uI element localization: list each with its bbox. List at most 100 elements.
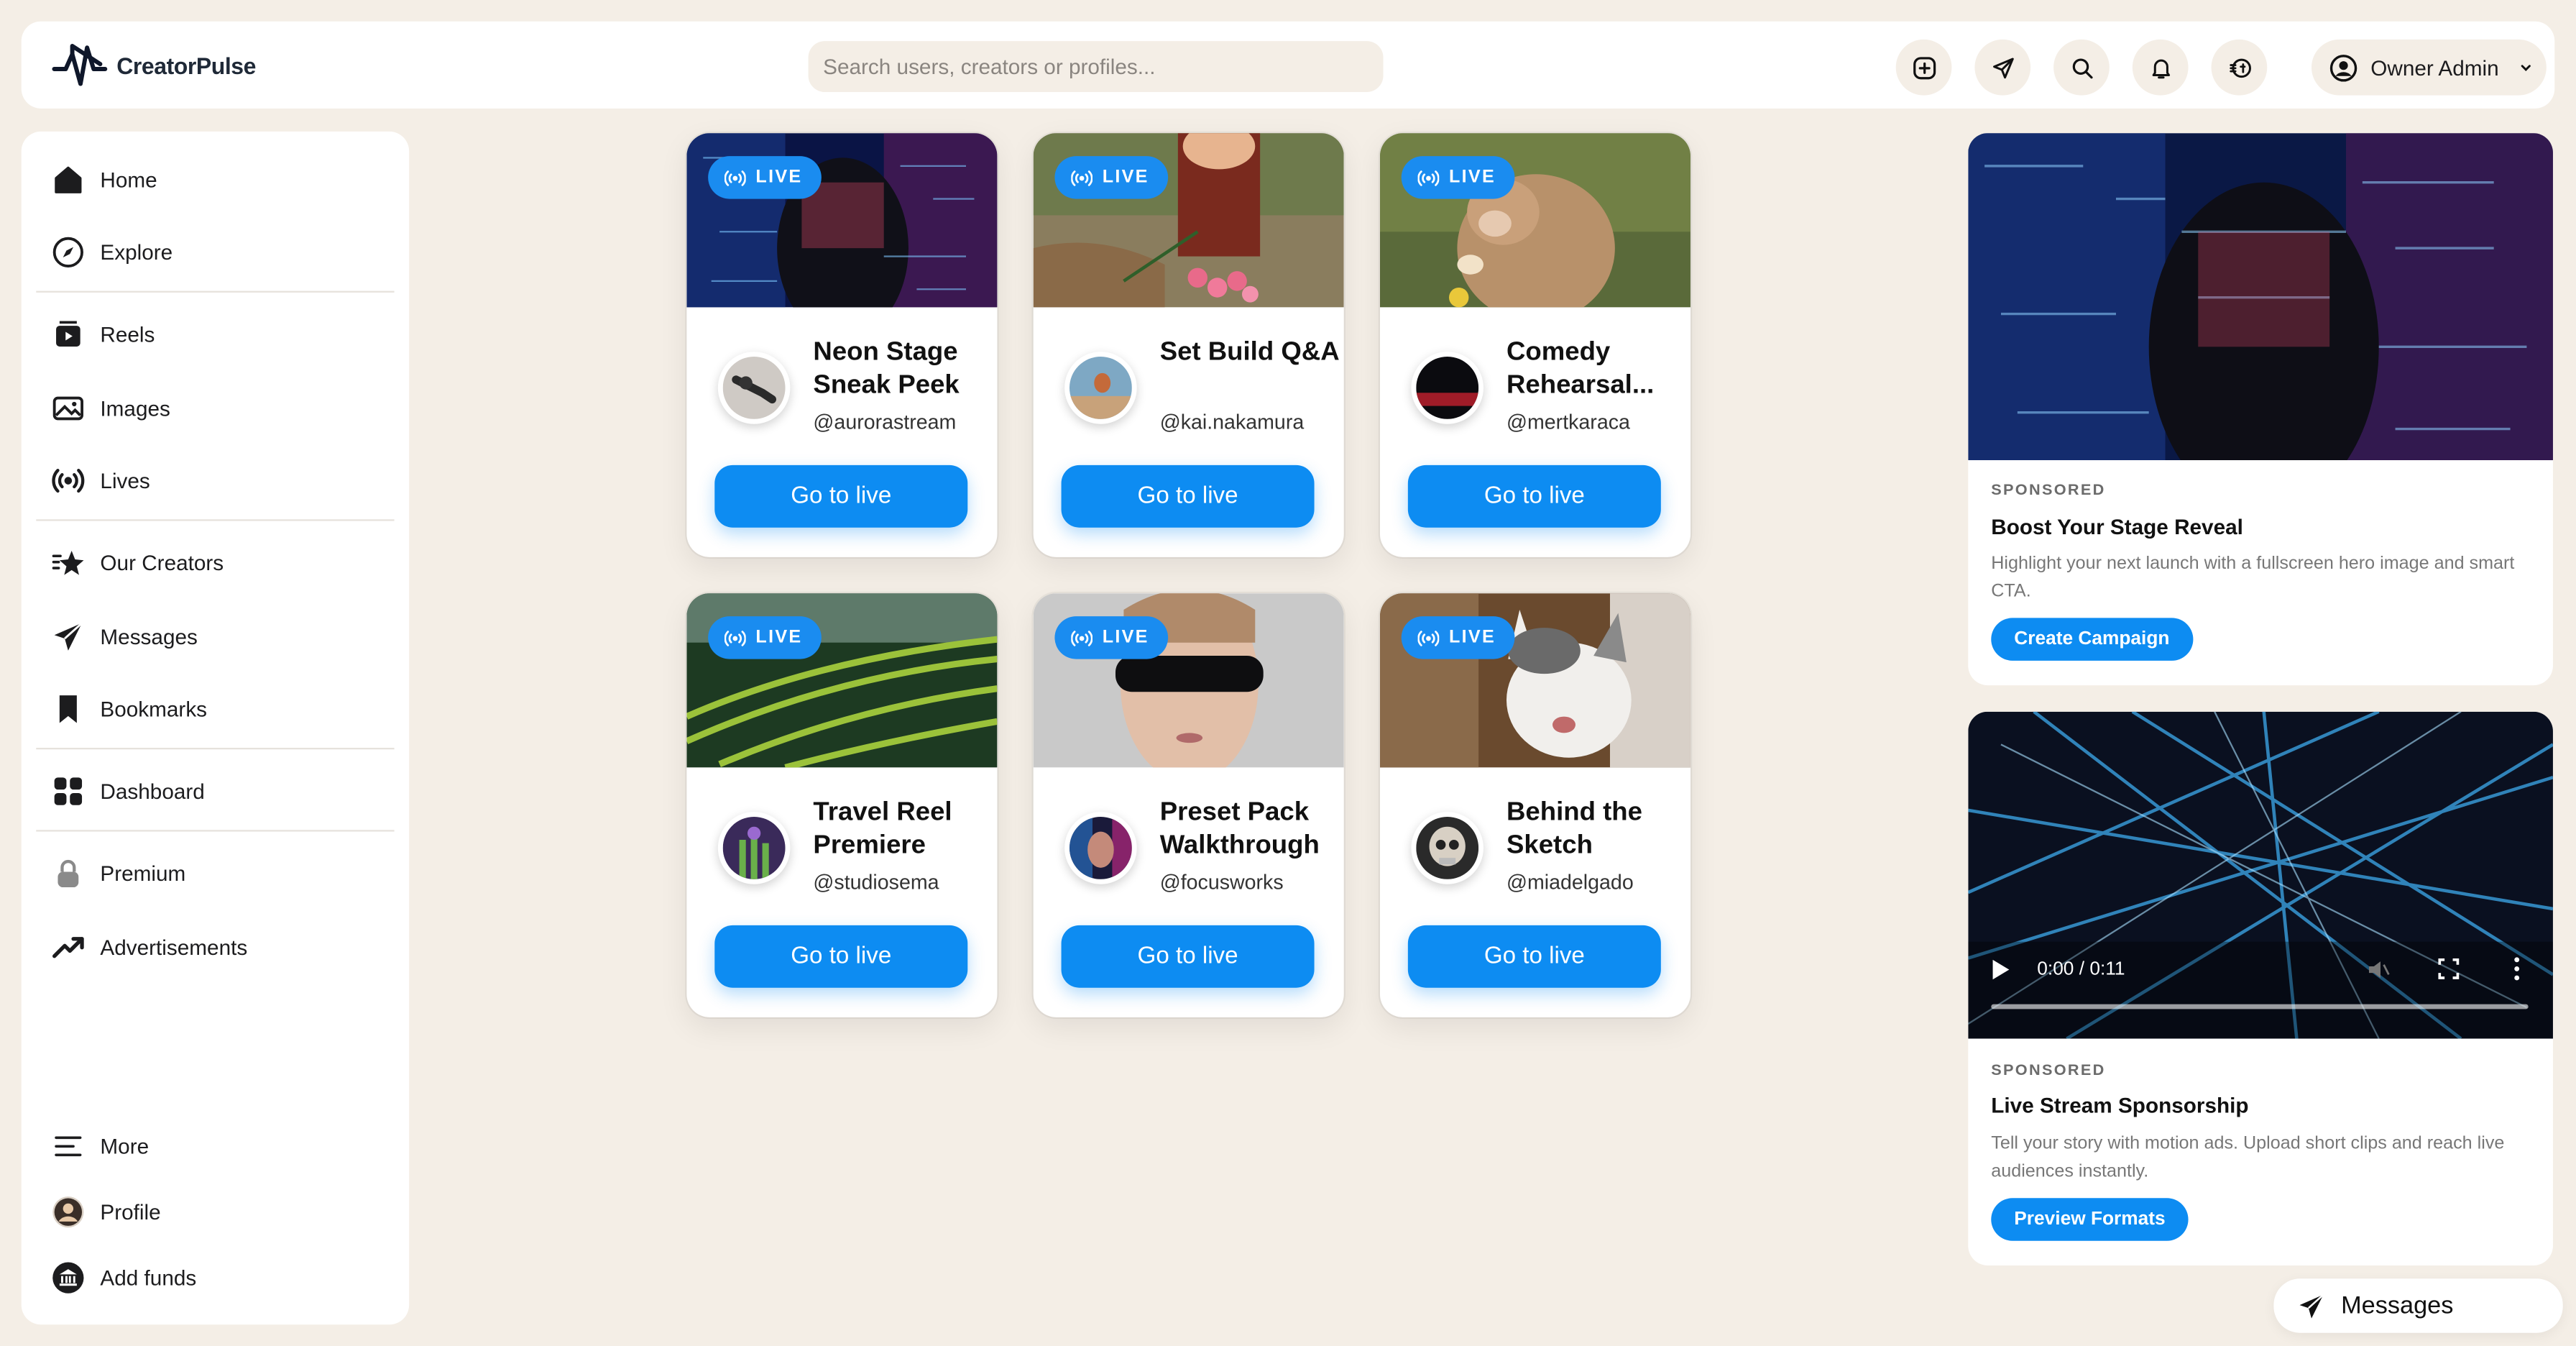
fullscreen-icon[interactable]: [2438, 958, 2460, 980]
sidebar-item-images[interactable]: Images: [51, 383, 170, 433]
creator-handle[interactable]: @mertkaraca: [1506, 411, 1630, 434]
star-icon: [52, 549, 84, 574]
live-badge: LIVE: [1401, 616, 1516, 659]
live-card[interactable]: LIVE Behind the Sketch @miadelgado Go to…: [1379, 593, 1690, 1017]
more-vertical-icon[interactable]: [2512, 956, 2522, 981]
sidebar-item-label: Premium: [100, 860, 186, 885]
live-card[interactable]: LIVE Travel Reel Premiere @studiosema Go…: [686, 593, 998, 1017]
sidebar-item-label: Bookmarks: [100, 695, 208, 721]
sidebar-item-label: Explore: [100, 239, 173, 264]
play-icon[interactable]: [1991, 958, 2010, 981]
sponsored-label: SPONSORED: [1991, 481, 2106, 500]
sidebar-item-lives[interactable]: Lives: [51, 455, 150, 505]
broadcast-icon: [52, 467, 85, 492]
live-badge: LIVE: [708, 616, 822, 659]
sidebar-item-label: Lives: [100, 467, 150, 493]
live-card[interactable]: LIVE Preset Pack Walkthrough @focusworks…: [1033, 593, 1344, 1017]
messages-dock[interactable]: Messages: [2273, 1278, 2563, 1333]
live-title: Comedy Rehearsal...: [1506, 338, 1655, 400]
live-badge: LIVE: [708, 156, 822, 199]
video-time: 0:00 / 0:11: [2037, 959, 2125, 980]
go-to-live-button[interactable]: Go to live: [1061, 925, 1315, 988]
mute-icon[interactable]: [2368, 958, 2391, 981]
sidebar-item-label: Images: [100, 395, 170, 420]
top-bar: CreatorPulse Owner Admin: [21, 21, 2555, 109]
sidebar-item-premium[interactable]: Premium: [51, 848, 185, 897]
ad-video[interactable]: 0:00 / 0:11: [1968, 711, 2553, 1039]
video-progress-track[interactable]: [1991, 1004, 2529, 1010]
video-controls: 0:00 / 0:11: [1968, 942, 2553, 1010]
sidebar-item-messages[interactable]: Messages: [51, 611, 198, 661]
send-button[interactable]: [1974, 39, 2031, 96]
live-card[interactable]: LIVE Neon Stage Sneak Peek @aurorastream…: [686, 133, 998, 557]
ad-hero-image[interactable]: [1968, 133, 2553, 460]
notifications-button[interactable]: [2132, 39, 2189, 96]
menu-icon: [55, 1135, 82, 1155]
preview-formats-button[interactable]: Preview Formats: [1991, 1198, 2189, 1241]
sidebar-item-profile[interactable]: Profile: [51, 1186, 161, 1236]
live-title: Set Build Q&A: [1159, 338, 1340, 367]
sidebar-item-home[interactable]: Home: [51, 155, 157, 204]
sidebar-item-label: Our Creators: [100, 549, 224, 574]
coins-icon: [2229, 58, 2250, 77]
sidebar-item-label: Add funds: [100, 1264, 197, 1290]
live-badge: LIVE: [1054, 156, 1169, 199]
live-card[interactable]: LIVE Comedy Rehearsal... @mertkaraca Go …: [1379, 133, 1690, 557]
avatar[interactable]: [1411, 352, 1484, 424]
trending-icon: [52, 935, 84, 958]
live-card[interactable]: LIVE Set Build Q&A @kai.nakamura Go to l…: [1033, 133, 1344, 557]
creator-handle[interactable]: @studiosema: [813, 871, 939, 894]
reels-icon: [56, 320, 80, 346]
sidebar-item-add-funds[interactable]: Add funds: [51, 1253, 196, 1302]
avatar[interactable]: [717, 812, 791, 884]
avatar[interactable]: [1064, 352, 1137, 424]
bank-icon: [52, 1261, 84, 1293]
messages-dock-label: Messages: [2341, 1291, 2454, 1320]
wallet-button[interactable]: [2211, 39, 2268, 96]
creator-handle[interactable]: @miadelgado: [1506, 871, 1634, 894]
user-circle-icon: [2329, 54, 2358, 81]
avatar[interactable]: [1411, 812, 1484, 884]
sidebar-item-dashboard[interactable]: Dashboard: [51, 766, 205, 815]
creator-handle[interactable]: @focusworks: [1160, 871, 1284, 894]
go-to-live-button[interactable]: Go to live: [714, 925, 968, 988]
avatar[interactable]: [717, 352, 791, 424]
search-icon: [2071, 58, 2092, 78]
creator-handle[interactable]: @aurorastream: [813, 411, 956, 434]
send-icon: [54, 621, 83, 650]
ad-title: Boost Your Stage Reveal: [1991, 514, 2243, 539]
go-to-live-button[interactable]: Go to live: [1407, 925, 1661, 988]
go-to-live-button[interactable]: Go to live: [1061, 464, 1315, 528]
ad-description: Highlight your next launch with a fullsc…: [1991, 554, 2515, 602]
sidebar-item-reels[interactable]: Reels: [51, 309, 155, 359]
search-button[interactable]: [2053, 39, 2110, 96]
sidebar-item-our-creators[interactable]: Our Creators: [51, 537, 224, 587]
search-input[interactable]: [808, 41, 1384, 92]
sidebar-item-advertisements[interactable]: Advertisements: [51, 922, 247, 971]
go-to-live-button[interactable]: Go to live: [714, 464, 968, 528]
avatar[interactable]: [1064, 812, 1137, 884]
bookmark-icon: [59, 694, 77, 723]
live-title: Travel Reel Premiere: [813, 798, 952, 860]
account-menu[interactable]: Owner Admin: [2311, 39, 2547, 96]
create-campaign-button[interactable]: Create Campaign: [1991, 618, 2193, 661]
create-button[interactable]: [1895, 39, 1952, 96]
live-badge: LIVE: [1054, 616, 1169, 659]
broadcast-icon: [1071, 170, 1092, 186]
brand[interactable]: CreatorPulse: [51, 41, 256, 91]
sidebar-divider: [36, 519, 395, 521]
bell-icon: [2151, 58, 2169, 78]
sidebar-item-more[interactable]: More: [51, 1121, 149, 1171]
go-to-live-button[interactable]: Go to live: [1407, 464, 1661, 528]
sidebar-item-bookmarks[interactable]: Bookmarks: [51, 684, 207, 733]
brand-logo-icon: [52, 44, 108, 86]
sidebar-item-label: Messages: [100, 623, 198, 649]
broadcast-icon: [1417, 170, 1440, 186]
live-title: Behind the Sketch: [1506, 798, 1642, 860]
creator-handle[interactable]: @kai.nakamura: [1160, 411, 1305, 434]
live-title: Neon Stage Sneak Peek: [813, 338, 960, 400]
grid-icon: [54, 777, 83, 805]
sidebar-divider: [36, 290, 395, 293]
broadcast-icon: [724, 170, 746, 186]
sidebar-item-explore[interactable]: Explore: [51, 226, 172, 276]
